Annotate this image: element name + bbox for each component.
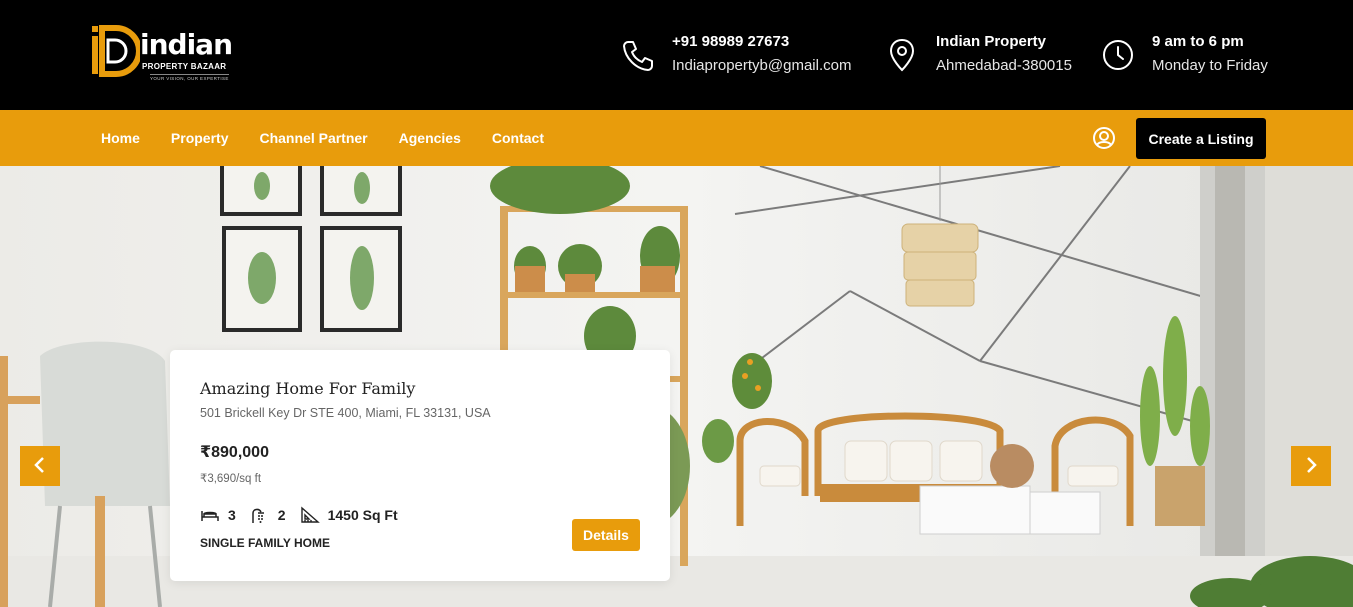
- brand-subtitle: PROPERTY BAZAAR: [142, 62, 227, 71]
- chevron-left-icon: [33, 456, 47, 477]
- top-header: indian PROPERTY BAZAAR YOUR VISION, OUR …: [0, 0, 1353, 110]
- bath-count: 2: [277, 507, 286, 523]
- hero-slider: Amazing Home For Family 501 Brickell Key…: [0, 166, 1353, 607]
- slider-prev-button[interactable]: [20, 446, 60, 486]
- details-button[interactable]: Details: [572, 519, 640, 551]
- property-type: SINGLE FAMILY HOME: [200, 536, 331, 550]
- bed-count: 3: [228, 507, 236, 523]
- clock-icon: [1100, 37, 1136, 73]
- property-card[interactable]: Amazing Home For Family 501 Brickell Key…: [170, 350, 670, 581]
- area-size: 1450 Sq Ft: [327, 507, 398, 523]
- nav-item-contact[interactable]: Contact: [492, 130, 544, 146]
- site-logo[interactable]: indian PROPERTY BAZAAR YOUR VISION, OUR …: [90, 24, 240, 86]
- office-hours: 9 am to 6 pm: [1152, 33, 1244, 50]
- user-circle-icon[interactable]: [1092, 126, 1116, 150]
- contact-location: Indian Property Ahmedabad-380015: [884, 30, 1072, 82]
- shower-icon: [250, 506, 270, 524]
- ruler-area-icon: [300, 506, 320, 524]
- logo-mark-icon: [92, 25, 140, 77]
- nav-item-home[interactable]: Home: [101, 130, 140, 146]
- property-title[interactable]: Amazing Home For Family: [200, 379, 415, 398]
- brand-tagline: YOUR VISION, OUR EXPERTISE: [150, 74, 229, 81]
- brand-name: indian: [140, 28, 233, 61]
- contact-phone: +91 98989 27673 Indiapropertyb@gmail.com: [620, 30, 851, 82]
- create-listing-button[interactable]: Create a Listing: [1136, 118, 1266, 159]
- nav-item-channel-partner[interactable]: Channel Partner: [259, 130, 367, 146]
- property-address: 501 Brickell Key Dr STE 400, Miami, FL 3…: [200, 406, 491, 420]
- price-per-sqft: ₹3,690/sq ft: [200, 473, 262, 485]
- contact-hours: 9 am to 6 pm Monday to Friday: [1100, 30, 1268, 82]
- office-days: Monday to Friday: [1152, 57, 1268, 74]
- bed-icon: [200, 506, 220, 524]
- property-features: 3 2 1450 Sq Ft: [200, 506, 412, 524]
- chevron-right-icon: [1304, 456, 1318, 477]
- phone-icon: [620, 37, 656, 73]
- nav-item-agencies[interactable]: Agencies: [399, 130, 461, 146]
- phone-number[interactable]: +91 98989 27673: [672, 30, 851, 54]
- main-nav: Home Property Channel Partner Agencies C…: [0, 110, 1353, 166]
- nav-links: Home Property Channel Partner Agencies C…: [101, 110, 575, 166]
- slider-next-button[interactable]: [1291, 446, 1331, 486]
- email-address[interactable]: Indiapropertyb@gmail.com: [672, 54, 851, 78]
- office-name: Indian Property: [936, 33, 1047, 50]
- nav-item-property[interactable]: Property: [171, 130, 229, 146]
- location-pin-icon: [884, 37, 920, 73]
- property-price: ₹890,000: [200, 444, 269, 461]
- office-address: Ahmedabad-380015: [936, 57, 1072, 74]
